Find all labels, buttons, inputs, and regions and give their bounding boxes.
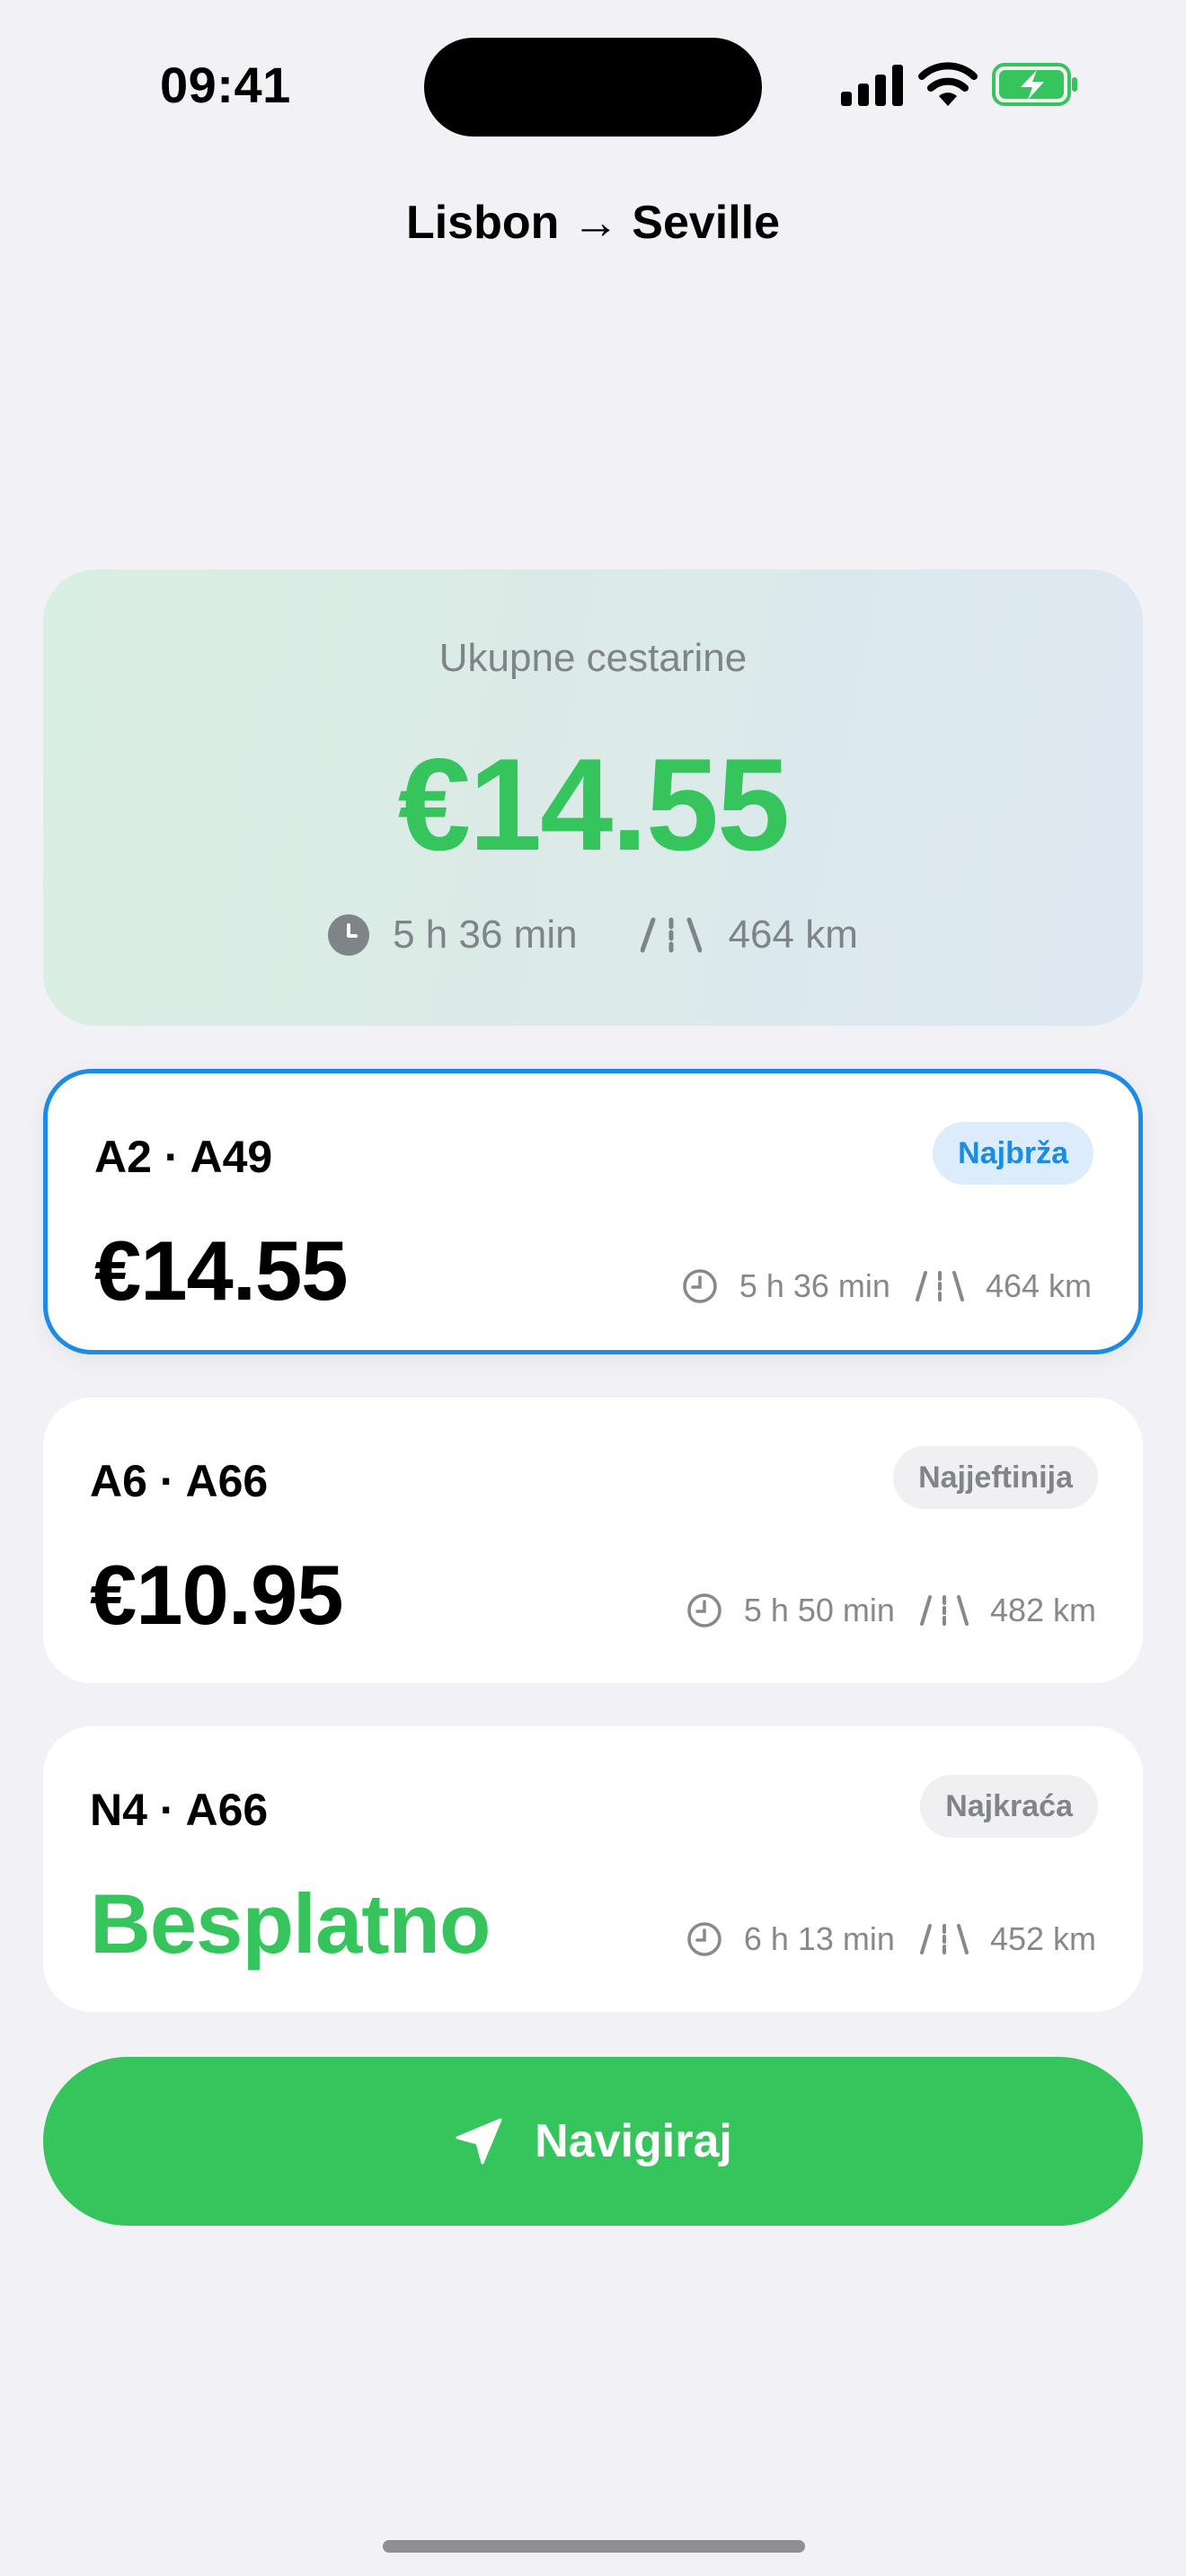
- summary-duration: 5 h 36 min: [328, 913, 578, 957]
- summary-total-amount: €14.55: [397, 731, 791, 878]
- route-badge-fastest: Najbrža: [933, 1122, 1093, 1185]
- status-time: 09:41: [160, 57, 291, 113]
- clock-icon: [687, 1593, 721, 1628]
- dynamic-island: [424, 38, 762, 137]
- road-icon: [919, 1595, 969, 1626]
- navigate-button-label: Navigiraj: [535, 2115, 732, 2167]
- clock-icon: [687, 1922, 721, 1956]
- route-name: A2 · A49: [94, 1132, 273, 1182]
- route-name: A6 · A66: [90, 1456, 269, 1506]
- summary-label: Ukupne cestarine: [438, 636, 748, 680]
- route-badge-shortest: Najkraća: [920, 1775, 1098, 1838]
- summary-distance-value: 464 km: [728, 913, 858, 957]
- route-duration: 5 h 50 min: [743, 1592, 895, 1628]
- route-meta: 6 h 13 min 452 km: [686, 1920, 1096, 1958]
- route-duration: 5 h 36 min: [739, 1267, 890, 1304]
- clock-icon: [328, 914, 370, 956]
- route-option-a2-a49[interactable]: A2 · A49 Najbrža €14.55 5 h 36 min 464 k…: [43, 1069, 1143, 1354]
- road-icon: [640, 917, 702, 953]
- route-price: Besplatno: [90, 1876, 491, 1971]
- cellular-signal-icon: [841, 65, 903, 106]
- route-price: €14.55: [94, 1223, 349, 1318]
- route-name: N4 · A66: [90, 1785, 269, 1835]
- wifi-icon: [918, 62, 978, 106]
- battery-charging-icon: [992, 63, 1077, 106]
- route-badge-cheapest: Najjeftinija: [893, 1446, 1098, 1509]
- toll-summary-card: Ukupne cestarine €14.55 5 h 36 min 464 k…: [43, 569, 1143, 1026]
- route-meta: 5 h 50 min 482 km: [686, 1592, 1096, 1629]
- trip-title: Lisbon → Seville: [405, 197, 781, 249]
- summary-stats: 5 h 36 min 464 km: [43, 913, 1143, 957]
- summary-distance: 464 km: [640, 913, 858, 957]
- route-distance: 464 km: [985, 1267, 1092, 1304]
- route-distance: 452 km: [989, 1920, 1096, 1957]
- road-icon: [919, 1924, 969, 1954]
- status-bar: 09:41: [0, 0, 1186, 162]
- road-icon: [915, 1271, 964, 1301]
- route-option-n4-a66[interactable]: N4 · A66 Najkraća Besplatno 6 h 13 min 4…: [43, 1726, 1143, 2012]
- home-indicator[interactable]: [383, 2540, 805, 2553]
- clock-icon: [683, 1269, 717, 1303]
- route-option-a6-a66[interactable]: A6 · A66 Najjeftinija €10.95 5 h 50 min …: [43, 1398, 1143, 1683]
- location-arrow-icon: [456, 2118, 502, 2165]
- route-distance: 482 km: [989, 1592, 1096, 1628]
- route-price: €10.95: [90, 1548, 344, 1642]
- route-duration: 6 h 13 min: [743, 1920, 895, 1957]
- navigate-button[interactable]: Navigiraj: [43, 2057, 1143, 2226]
- summary-duration-value: 5 h 36 min: [393, 913, 578, 957]
- route-meta: 5 h 36 min 464 km: [682, 1267, 1092, 1305]
